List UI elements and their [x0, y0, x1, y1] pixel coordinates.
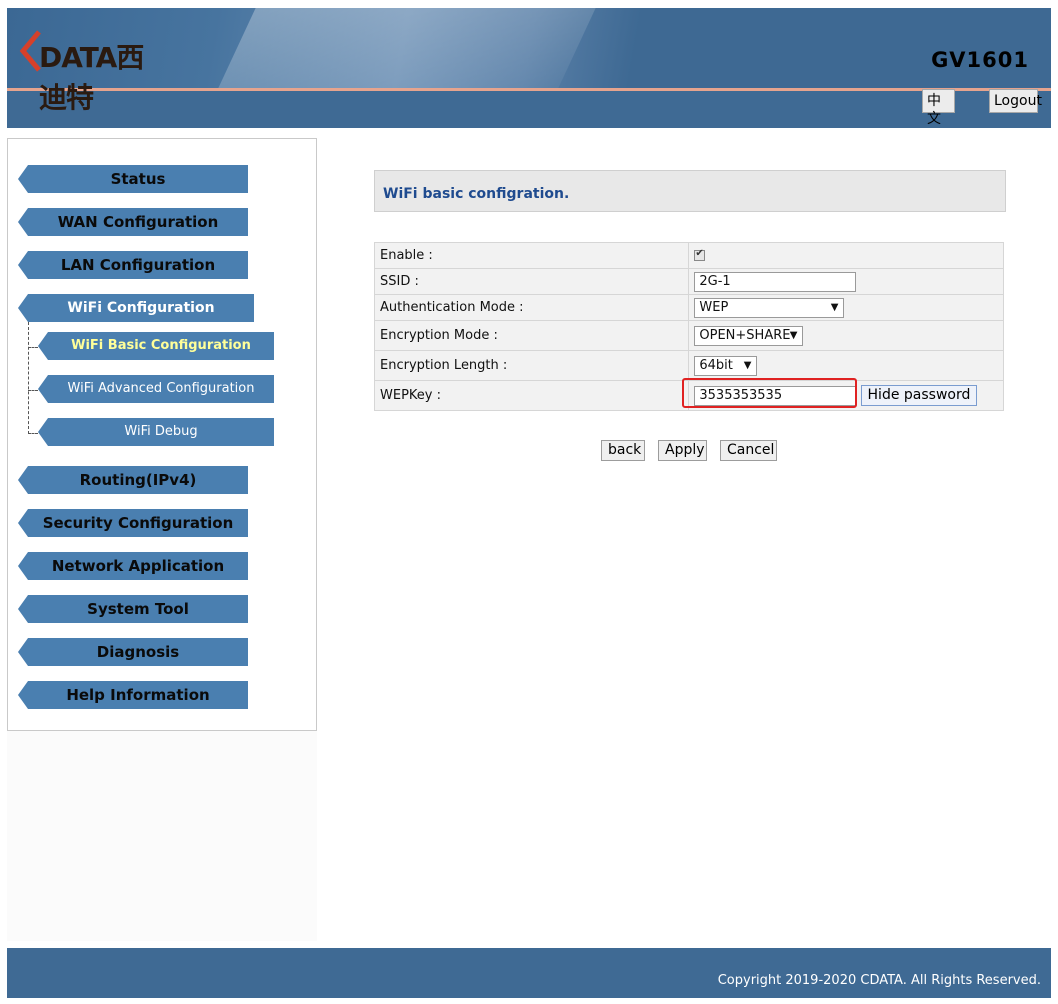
enc-mode-label: Encryption Mode :	[373, 320, 690, 351]
sidebar-item-wifi[interactable]: WiFi Configuration	[18, 294, 254, 322]
wep-key-cell: 3535353535 Hide password	[682, 377, 1004, 411]
sidebar-filler	[7, 731, 317, 941]
chevron-down-icon: ▼	[830, 301, 839, 313]
footer: Copyright 2019-2020 CDATA. All Rights Re…	[7, 948, 1051, 998]
submenu-item-wifi-basic[interactable]: WiFi Basic Configuration	[38, 332, 274, 360]
sidebar-item-help[interactable]: Help Information	[18, 681, 248, 709]
language-button[interactable]: 中文	[922, 89, 955, 127]
enable-label: Enable :	[373, 242, 690, 269]
model-name: GV1601	[931, 48, 1029, 72]
back-button[interactable]: back	[601, 440, 645, 461]
wep-key-input[interactable]: 3535353535	[694, 385, 857, 406]
page: DATA西迪特 GV1601 中文 Logout Status WAN Conf…	[0, 0, 1058, 1004]
hide-password-button[interactable]: Hide password	[860, 385, 978, 406]
logout-button[interactable]: Logout	[989, 89, 1042, 113]
sidebar-item-wan[interactable]: WAN Configuration	[18, 208, 248, 236]
enc-length-value: 64bit	[699, 357, 733, 373]
sidebar-item-system-tool[interactable]: System Tool	[18, 595, 248, 623]
header: DATA西迪特 GV1601	[7, 8, 1051, 128]
apply-button[interactable]: Apply	[658, 440, 707, 461]
form-row-ssid: SSID : 2G-1	[373, 268, 1004, 295]
enc-length-cell: 64bit ▼	[688, 350, 1004, 381]
submenu-item-wifi-debug[interactable]: WiFi Debug	[38, 418, 274, 446]
ssid-input[interactable]: 2G-1	[694, 271, 857, 292]
sidebar-item-network-app[interactable]: Network Application	[18, 552, 248, 580]
auth-mode-select[interactable]: WEP ▼	[694, 297, 845, 318]
submenu-item-wifi-advanced[interactable]: WiFi Advanced Configuration	[38, 375, 274, 403]
auth-mode-cell: WEP ▼	[688, 294, 1004, 321]
form-row-enable: Enable :	[373, 242, 1004, 269]
enable-checkbox[interactable]	[694, 248, 706, 261]
sidebar-item-lan[interactable]: LAN Configuration	[18, 251, 248, 279]
form-row-enc-mode: Encryption Mode : OPEN+SHARE ▼	[373, 320, 1004, 351]
submenu-tree-branch	[28, 433, 38, 434]
ssid-label: SSID :	[373, 268, 690, 295]
wep-key-label: WEPKey :	[373, 380, 690, 411]
sidebar-item-status[interactable]: Status	[18, 165, 248, 193]
wep-key-wrap: 3535353535	[682, 377, 858, 408]
sidebar-item-diagnosis[interactable]: Diagnosis	[18, 638, 248, 666]
page-title: WiFi basic configration.	[383, 186, 570, 202]
logo-text: DATA西迪特	[39, 41, 144, 114]
auth-mode-value: WEP	[699, 299, 729, 315]
form-row-wep-key: WEPKey : 3535353535 Hide password	[373, 377, 1004, 411]
submenu-tree-line	[28, 322, 29, 434]
chevron-down-icon: ▼	[789, 329, 798, 341]
submenu-tree-branch	[28, 347, 38, 348]
ssid-cell: 2G-1	[688, 268, 1004, 295]
header-toolbar	[7, 91, 1051, 128]
form-row-auth-mode: Authentication Mode : WEP ▼	[373, 294, 1004, 321]
enc-length-select[interactable]: 64bit ▼	[694, 355, 758, 376]
sidebar-item-routing[interactable]: Routing(IPv4)	[18, 466, 248, 494]
enc-mode-value: OPEN+SHARE	[699, 327, 791, 343]
sidebar-item-security[interactable]: Security Configuration	[18, 509, 248, 537]
auth-mode-label: Authentication Mode :	[373, 294, 690, 321]
cancel-button[interactable]: Cancel	[720, 440, 777, 461]
chevron-down-icon: ▼	[743, 359, 752, 371]
enc-mode-cell: OPEN+SHARE ▼	[688, 320, 1004, 351]
page-title-box: WiFi basic configration.	[374, 170, 1006, 212]
copyright-text: Copyright 2019-2020 CDATA. All Rights Re…	[717, 973, 1041, 988]
brand-logo: DATA西迪特	[19, 26, 159, 114]
enc-length-label: Encryption Length :	[373, 350, 690, 381]
enable-cell	[688, 242, 1004, 269]
submenu-tree-branch	[28, 390, 38, 391]
wifi-config-form: Enable : SSID : 2G-1 Authentication Mode…	[373, 242, 1004, 411]
header-banner	[7, 8, 1051, 128]
form-row-enc-length: Encryption Length : 64bit ▼	[373, 350, 1004, 381]
enc-mode-select[interactable]: OPEN+SHARE ▼	[694, 325, 804, 346]
